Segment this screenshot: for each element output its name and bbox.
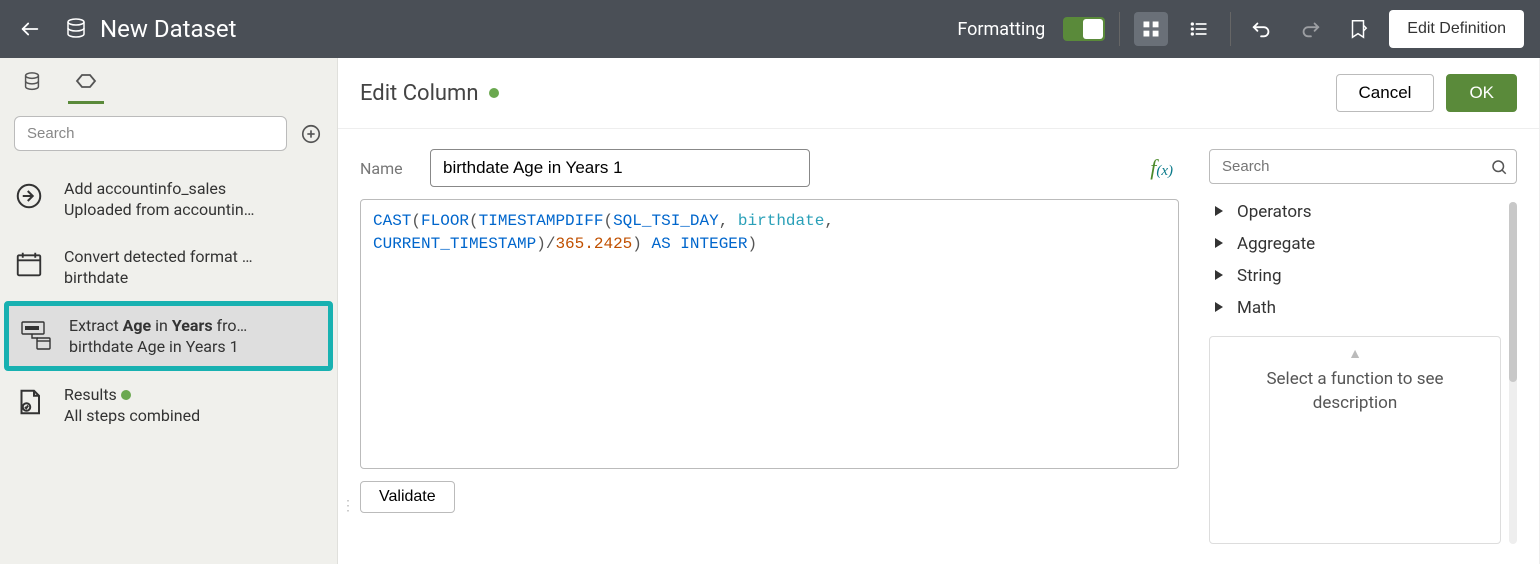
column-name-input[interactable] bbox=[430, 149, 810, 187]
function-search-wrap bbox=[1209, 149, 1517, 184]
sidebar-tab-steps-icon[interactable] bbox=[68, 60, 104, 104]
separator bbox=[1119, 12, 1120, 46]
step-subtitle: Uploaded from accountin… bbox=[64, 200, 323, 219]
back-icon[interactable] bbox=[16, 15, 44, 43]
calendar-icon bbox=[14, 249, 50, 285]
view-grid-icon[interactable] bbox=[1134, 12, 1168, 46]
step-item-add-source[interactable]: Add accountinfo_sales Uploaded from acco… bbox=[0, 165, 337, 233]
category-label: String bbox=[1237, 266, 1281, 286]
fx-icon[interactable]: f(x) bbox=[1150, 155, 1179, 181]
chevron-up-icon[interactable]: ▲ bbox=[1348, 345, 1362, 362]
category-label: Operators bbox=[1237, 202, 1312, 222]
expression-editor[interactable]: CAST(FLOOR(TIMESTAMPDIFF(SQL_TSI_DAY, bi… bbox=[360, 199, 1179, 469]
arrow-right-circle-icon bbox=[14, 181, 50, 217]
step-item-convert-format[interactable]: Convert detected format … birthdate bbox=[0, 233, 337, 301]
function-category[interactable]: Math bbox=[1213, 298, 1501, 318]
topbar: New Dataset Formatting Edit Definition bbox=[0, 0, 1540, 58]
bookmark-icon[interactable] bbox=[1341, 12, 1375, 46]
add-step-icon[interactable] bbox=[299, 122, 323, 146]
chevron-right-icon bbox=[1213, 301, 1227, 315]
step-title: Convert detected format … bbox=[64, 247, 323, 266]
separator bbox=[1230, 12, 1231, 46]
scrollbar[interactable] bbox=[1509, 202, 1517, 544]
database-icon bbox=[62, 15, 90, 43]
scrollbar-thumb[interactable] bbox=[1509, 202, 1517, 382]
function-search-input[interactable] bbox=[1210, 150, 1482, 183]
formatting-toggle[interactable] bbox=[1063, 17, 1105, 41]
step-title: Add accountinfo_sales bbox=[64, 179, 323, 198]
ok-button[interactable]: OK bbox=[1446, 74, 1517, 112]
step-title: Results bbox=[64, 385, 323, 404]
dirty-indicator-icon bbox=[121, 390, 131, 400]
chevron-right-icon bbox=[1213, 237, 1227, 251]
view-list-icon[interactable] bbox=[1182, 12, 1216, 46]
validate-button[interactable]: Validate bbox=[360, 481, 455, 513]
chevron-right-icon bbox=[1213, 205, 1227, 219]
cancel-button[interactable]: Cancel bbox=[1336, 74, 1435, 112]
dirty-indicator-icon bbox=[489, 88, 499, 98]
step-item-results[interactable]: Results All steps combined bbox=[0, 371, 337, 439]
step-title: Extract Age in Years fro… bbox=[69, 316, 318, 335]
edit-definition-button[interactable]: Edit Definition bbox=[1389, 10, 1524, 48]
function-category[interactable]: String bbox=[1213, 266, 1501, 286]
formatting-label: Formatting bbox=[957, 19, 1045, 40]
name-label: Name bbox=[360, 159, 416, 178]
results-icon bbox=[14, 387, 50, 423]
step-subtitle: All steps combined bbox=[64, 406, 323, 425]
search-icon[interactable] bbox=[1482, 158, 1516, 176]
extract-date-icon bbox=[19, 318, 55, 354]
sidebar: Add accountinfo_sales Uploaded from acco… bbox=[0, 58, 338, 564]
main-panel: Edit Column Cancel OK ⋮⋮ Name f(x) CAST(… bbox=[338, 58, 1540, 564]
sidebar-search-input[interactable] bbox=[14, 116, 287, 151]
redo-icon bbox=[1293, 12, 1327, 46]
panel-title: Edit Column bbox=[360, 81, 499, 106]
step-item-extract-age[interactable]: Extract Age in Years fro… birthdate Age … bbox=[4, 301, 333, 371]
step-subtitle: birthdate Age in Years 1 bbox=[69, 337, 318, 356]
category-label: Aggregate bbox=[1237, 234, 1315, 254]
function-category-list: Operators Aggregate String Math bbox=[1209, 202, 1501, 318]
step-subtitle: birthdate bbox=[64, 268, 323, 287]
function-category[interactable]: Operators bbox=[1213, 202, 1501, 222]
description-text: Select a function to see description bbox=[1230, 368, 1480, 416]
function-category[interactable]: Aggregate bbox=[1213, 234, 1501, 254]
undo-icon[interactable] bbox=[1245, 12, 1279, 46]
page-title: New Dataset bbox=[100, 15, 237, 43]
sidebar-tab-sources-icon[interactable] bbox=[14, 60, 50, 104]
chevron-right-icon bbox=[1213, 269, 1227, 283]
category-label: Math bbox=[1237, 298, 1276, 318]
function-description-box: ▲ Select a function to see description bbox=[1209, 336, 1501, 544]
